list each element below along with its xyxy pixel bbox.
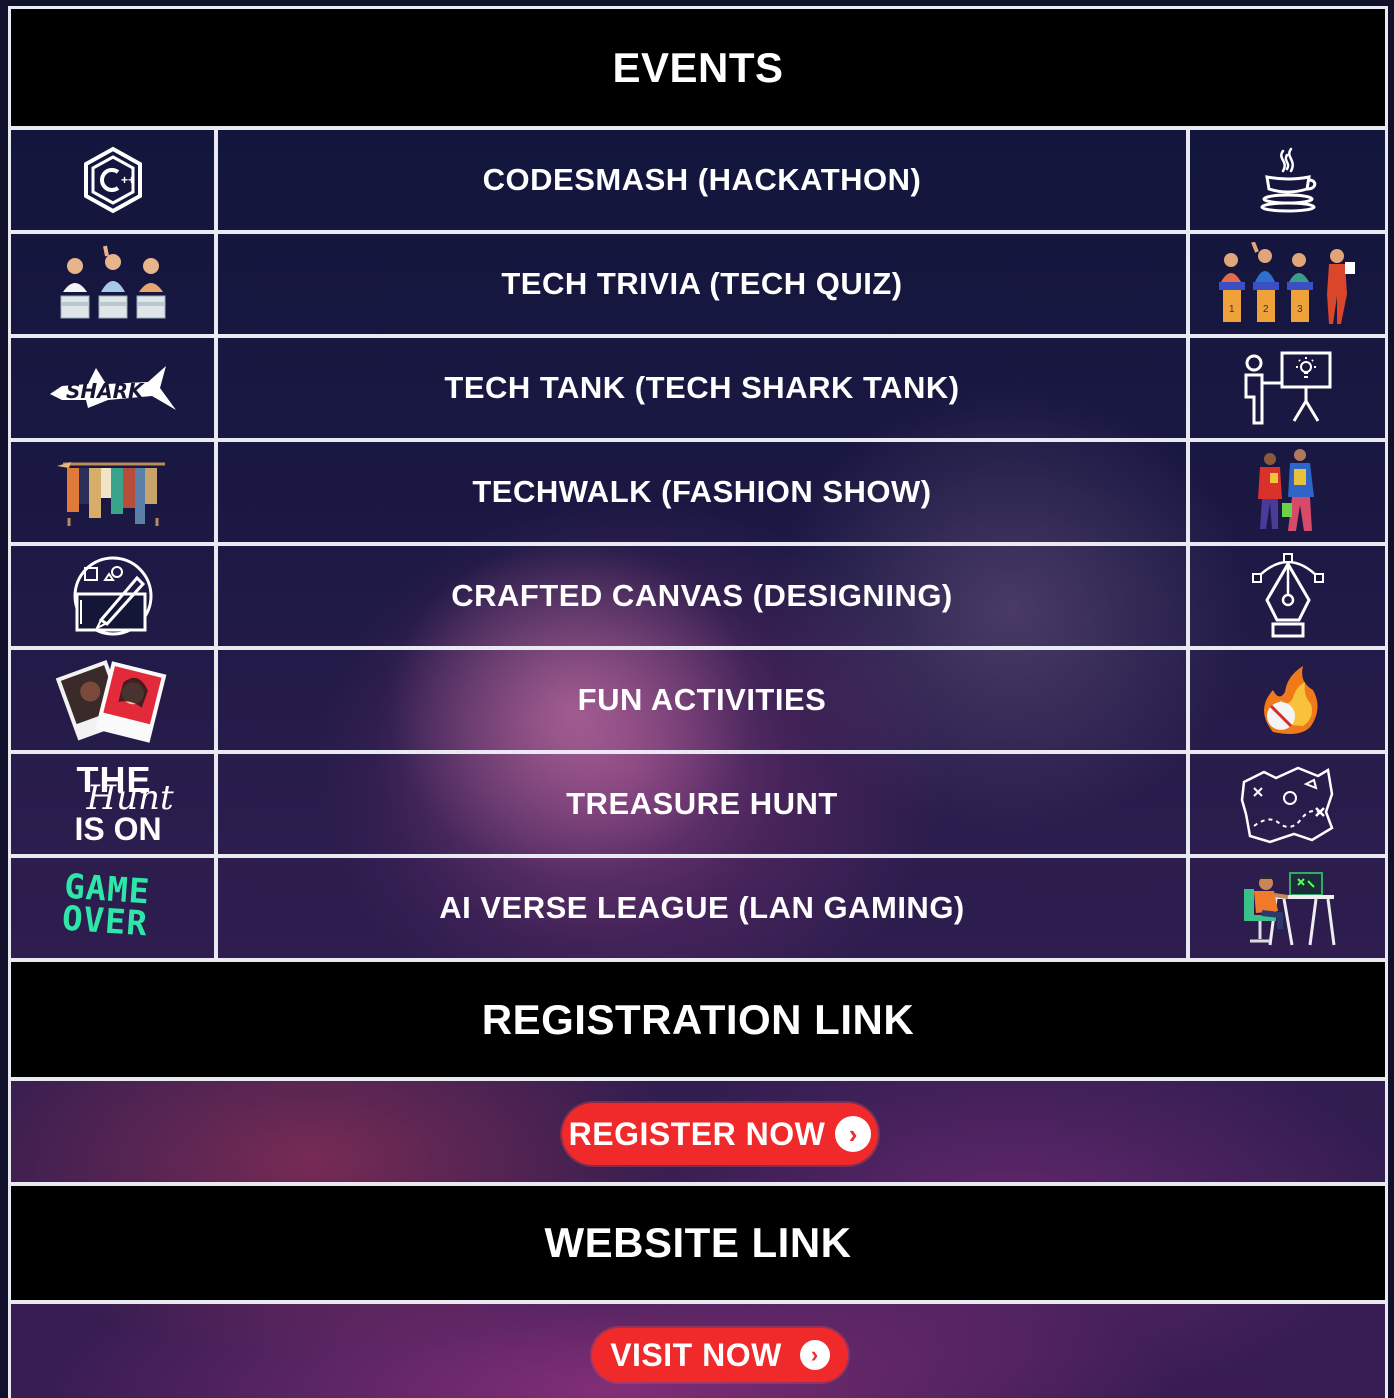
presentation-icon bbox=[1244, 351, 1331, 425]
divider-line bbox=[11, 1077, 1385, 1081]
game-over-line-2: OVER bbox=[60, 898, 149, 945]
the-hunt-is-on-icon: THE Hunt IS ON bbox=[63, 760, 174, 848]
event-right-icon-cell bbox=[1186, 754, 1385, 854]
chevron-right-icon: › bbox=[835, 1116, 872, 1152]
event-name: CRAFTED CANVAS (DESIGNING) bbox=[451, 578, 953, 613]
website-header: WEBSITE LINK bbox=[11, 1186, 1385, 1300]
divider-line bbox=[11, 1300, 1385, 1304]
event-right-icon-cell bbox=[1186, 130, 1385, 230]
event-left-icon-cell: GAME OVER bbox=[11, 858, 218, 958]
event-name: TREASURE HUNT bbox=[566, 786, 838, 821]
event-row-fun-activities: FUN ACTIVITIES bbox=[11, 646, 1385, 750]
polaroid-photos-icon bbox=[55, 660, 166, 743]
events-title: EVENTS bbox=[612, 43, 784, 91]
website-title: WEBSITE LINK bbox=[544, 1219, 852, 1266]
fashion-models-icon bbox=[1257, 449, 1314, 531]
treasure-map-icon bbox=[1240, 766, 1334, 844]
svg-text:3: 3 bbox=[1297, 304, 1303, 315]
event-left-icon-cell bbox=[11, 546, 218, 646]
svg-text:++: ++ bbox=[121, 173, 135, 187]
visit-now-button[interactable]: VISIT NOW › bbox=[592, 1328, 848, 1382]
pen-tool-icon bbox=[1251, 553, 1324, 638]
quiz-contestants-icon bbox=[60, 245, 165, 319]
event-right-icon-cell bbox=[1186, 650, 1385, 750]
design-tablet-icon bbox=[73, 556, 152, 636]
event-name: TECH TRIVIA (TECH QUIZ) bbox=[501, 266, 903, 301]
java-logo-icon bbox=[1260, 147, 1316, 213]
hunt-line-2: IS ON bbox=[74, 811, 162, 847]
event-row-techwalk: TECHWALK (FASHION SHOW) bbox=[11, 438, 1385, 542]
svg-text:1: 1 bbox=[1229, 304, 1235, 315]
chevron-right-icon: › bbox=[799, 1340, 830, 1370]
event-left-icon-cell: SHARK bbox=[11, 338, 218, 438]
gamer-desk-icon bbox=[1243, 872, 1335, 946]
event-right-icon-cell bbox=[1186, 858, 1385, 958]
shark-text: SHARK bbox=[66, 379, 145, 403]
event-name: CODESMASH (HACKATHON) bbox=[482, 162, 922, 197]
event-row-codesmash: ++ CODESMASH (HACKATHON) bbox=[11, 126, 1385, 230]
event-left-icon-cell: ++ bbox=[11, 130, 218, 230]
event-left-icon-cell bbox=[11, 442, 218, 542]
event-row-treasure-hunt: THE Hunt IS ON TREASURE HUNT bbox=[11, 750, 1385, 854]
event-name: TECHWALK (FASHION SHOW) bbox=[472, 474, 932, 509]
event-row-tech-tank: SHARK TECH TANK (TECH SHARK TANK) bbox=[11, 334, 1385, 438]
event-right-icon-cell: 1 2 3 bbox=[1186, 234, 1385, 334]
game-over-icon: GAME OVER bbox=[60, 867, 165, 947]
svg-text:2: 2 bbox=[1263, 304, 1269, 315]
register-now-label: REGISTER NOW bbox=[568, 1115, 826, 1152]
event-right-icon-cell bbox=[1186, 546, 1385, 646]
event-left-icon-cell bbox=[11, 234, 218, 334]
cpp-logo-icon: ++ bbox=[83, 146, 142, 214]
visit-now-label: VISIT NOW bbox=[610, 1336, 782, 1373]
registration-header: REGISTRATION LINK bbox=[11, 962, 1385, 1077]
clothes-rack-icon bbox=[56, 462, 165, 526]
events-poster: EVENTS ++ CODESMASH (HACKATHON) TECH TRI… bbox=[8, 6, 1388, 1398]
events-header: EVENTS bbox=[11, 9, 1385, 126]
event-row-ai-verse-league: GAME OVER AI VERSE LEAGUE (LAN GAMING) bbox=[11, 854, 1385, 958]
registration-title: REGISTRATION LINK bbox=[481, 995, 915, 1043]
event-row-tech-trivia: TECH TRIVIA (TECH QUIZ) 1 2 3 bbox=[11, 230, 1385, 334]
event-name: TECH TANK (TECH SHARK TANK) bbox=[444, 370, 960, 405]
event-right-icon-cell bbox=[1186, 338, 1385, 438]
fire-cricket-ball-icon bbox=[1263, 666, 1318, 734]
event-right-icon-cell bbox=[1186, 442, 1385, 542]
event-left-icon-cell bbox=[11, 650, 218, 750]
event-name: FUN ACTIVITIES bbox=[577, 682, 827, 717]
quiz-podium-icon: 1 2 3 bbox=[1218, 242, 1355, 324]
register-now-button[interactable]: REGISTER NOW › bbox=[562, 1103, 878, 1165]
event-left-icon-cell: THE Hunt IS ON bbox=[11, 754, 218, 854]
event-row-crafted-canvas: CRAFTED CANVAS (DESIGNING) bbox=[11, 542, 1385, 646]
event-name: AI VERSE LEAGUE (LAN GAMING) bbox=[439, 890, 965, 925]
shark-logo-icon: SHARK bbox=[49, 366, 176, 410]
